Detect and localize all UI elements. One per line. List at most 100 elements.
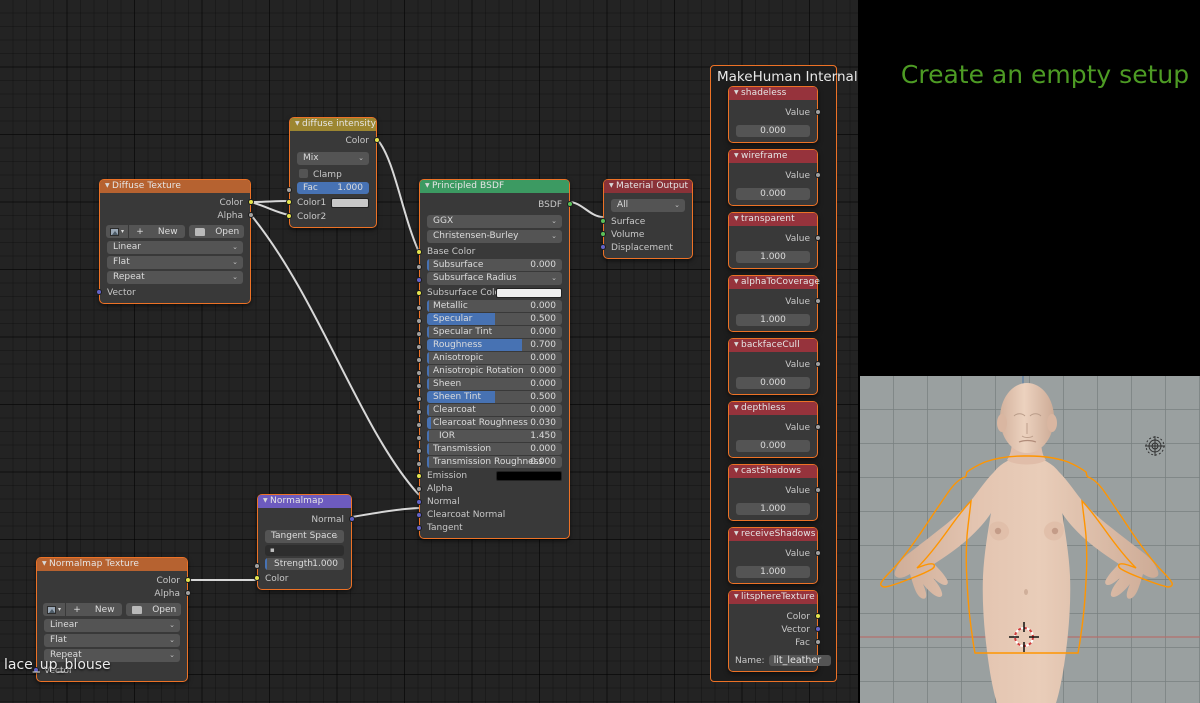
socket-surface-in[interactable] — [600, 218, 606, 224]
collapse-triangle-icon[interactable]: ▼ — [295, 117, 302, 130]
image-browse-button[interactable]: ▾ — [106, 225, 128, 238]
image-browse-button[interactable]: ▾ — [43, 603, 65, 616]
socket-value-out[interactable] — [815, 109, 821, 115]
socket-clearcoat-roughness-in[interactable] — [416, 422, 422, 428]
projection-dropdown[interactable]: Flat ⌄ — [44, 634, 180, 647]
socket-vector-in[interactable] — [96, 289, 102, 295]
distribution-dropdown[interactable]: GGX ⌄ — [427, 215, 562, 228]
open-image-button[interactable]: Open — [147, 603, 181, 616]
node-header-diffuse-texture[interactable]: ▼ Diffuse Texture — [100, 180, 250, 193]
node-alphatocoverage[interactable]: ▼ alphaToCoverage Value 1.000 — [728, 275, 821, 332]
node-header-material-output[interactable]: ▼ Material Output — [604, 180, 692, 193]
value-field[interactable]: 0.000 — [736, 440, 810, 452]
frame-makehuman-internal[interactable]: MakeHuman Internal ▼ shadeless Value 0.000 ▼… — [710, 65, 858, 682]
slider-ior[interactable]: IOR 1.450 — [427, 430, 562, 442]
node-editor-canvas[interactable]: ▼ Diffuse Texture Color Alpha ▾ + New Ope… — [0, 0, 858, 703]
node-receiveshadows[interactable]: ▼ receiveShadows Value 1.000 — [728, 527, 821, 584]
3d-viewport[interactable] — [860, 376, 1200, 703]
collapse-triangle-icon[interactable]: ▼ — [734, 212, 741, 225]
strength-slider[interactable]: Strength 1.000 — [265, 558, 344, 570]
uv-map-field[interactable]: ▪ — [265, 545, 344, 556]
node-header-litspheretexture[interactable]: ▼ litsphereTexture — [729, 591, 817, 604]
socket-normal-out[interactable] — [349, 516, 355, 522]
interpolation-dropdown[interactable]: Linear ⌄ — [44, 619, 180, 632]
socket-specular-in[interactable] — [416, 318, 422, 324]
slider-specular-tint[interactable]: Specular Tint 0.000 — [427, 326, 562, 338]
socket-transmission-roughness-in[interactable] — [416, 461, 422, 467]
node-castshadows[interactable]: ▼ castShadows Value 1.000 — [728, 464, 821, 521]
slider-subsurface[interactable]: Subsurface 0.000 — [427, 259, 562, 271]
folder-icon[interactable] — [125, 603, 148, 616]
socket-roughness-in[interactable] — [416, 344, 422, 350]
target-dropdown[interactable]: All ⌄ — [611, 199, 685, 212]
slider-sheen[interactable]: Sheen 0.000 — [427, 378, 562, 390]
socket-alpha-out[interactable] — [185, 590, 191, 596]
socket-ior-in[interactable] — [416, 435, 422, 441]
value-field[interactable]: 1.000 — [736, 314, 810, 326]
socket-transmission-in[interactable] — [416, 448, 422, 454]
value-field[interactable]: 1.000 — [736, 503, 810, 515]
collapse-triangle-icon[interactable]: ▼ — [425, 179, 432, 192]
swatch-emission[interactable] — [496, 471, 562, 481]
socket-color-out[interactable] — [185, 577, 191, 583]
socket-value-out[interactable] — [815, 361, 821, 367]
collapse-triangle-icon[interactable]: ▼ — [609, 179, 616, 192]
collapse-triangle-icon[interactable]: ▼ — [263, 494, 270, 507]
node-header-diffuse-intensity[interactable]: ▼ diffuse intensity — [290, 118, 376, 131]
slider-clearcoat-roughness[interactable]: Clearcoat Roughness 0.030 — [427, 417, 562, 429]
socket-sheen-tint-in[interactable] — [416, 396, 422, 402]
collapse-triangle-icon[interactable]: ▼ — [734, 86, 741, 99]
value-field[interactable]: 1.000 — [736, 566, 810, 578]
socket-fac-in[interactable] — [286, 187, 292, 193]
socket-vector-out[interactable] — [815, 626, 821, 632]
name-input[interactable]: lit_leather — [768, 655, 831, 666]
socket-specular-tint-in[interactable] — [416, 331, 422, 337]
swatch-subsurface-color[interactable] — [496, 288, 562, 298]
node-header-backfacecull[interactable]: ▼ backfaceCull — [729, 339, 817, 352]
node-backfacecull[interactable]: ▼ backfaceCull Value 0.000 — [728, 338, 821, 395]
slider-sheen-tint[interactable]: Sheen Tint 0.500 — [427, 391, 562, 403]
projection-dropdown[interactable]: Flat ⌄ — [107, 256, 243, 269]
slider-transmission-roughness[interactable]: Transmission Roughness 0.000 — [427, 456, 562, 468]
node-header-transparent[interactable]: ▼ transparent — [729, 213, 817, 226]
node-diffuse-intensity[interactable]: ▼ diffuse intensity Color Mix ⌄ Clamp Fac … — [286, 117, 380, 228]
node-principled-bsdf[interactable]: ▼ Principled BSDF BSDF GGX ⌄ Christensen-B… — [416, 179, 573, 539]
socket-subsurface-radius-in[interactable] — [416, 277, 422, 283]
socket-anisotropic-rotation-in[interactable] — [416, 370, 422, 376]
node-transparent[interactable]: ▼ transparent Value 1.000 — [728, 212, 821, 269]
slider-anisotropic[interactable]: Anisotropic 0.000 — [427, 352, 562, 364]
socket-color-out[interactable] — [815, 613, 821, 619]
node-header-castshadows[interactable]: ▼ castShadows — [729, 465, 817, 478]
socket-sheen-in[interactable] — [416, 383, 422, 389]
collapse-triangle-icon[interactable]: ▼ — [734, 527, 741, 540]
value-field[interactable]: 0.000 — [736, 125, 810, 137]
socket-value-out[interactable] — [815, 172, 821, 178]
subsurface-method-dropdown[interactable]: Christensen-Burley ⌄ — [427, 230, 562, 243]
collapse-triangle-icon[interactable]: ▼ — [105, 179, 112, 192]
slider-clearcoat[interactable]: Clearcoat 0.000 — [427, 404, 562, 416]
socket-anisotropic-in[interactable] — [416, 357, 422, 363]
socket-color1-in[interactable] — [286, 199, 292, 205]
new-image-plus-icon[interactable]: + — [129, 225, 151, 238]
node-depthless[interactable]: ▼ depthless Value 0.000 — [728, 401, 821, 458]
clamp-checkbox[interactable] — [299, 169, 308, 178]
socket-bsdf-out[interactable] — [567, 201, 573, 207]
collapse-triangle-icon[interactable]: ▼ — [42, 557, 49, 570]
interpolation-dropdown[interactable]: Linear ⌄ — [107, 241, 243, 254]
socket-value-out[interactable] — [815, 487, 821, 493]
folder-icon[interactable] — [188, 225, 211, 238]
dropdown-subsurface-radius[interactable]: Subsurface Radius ⌄ — [427, 272, 562, 285]
image-datablock-bar[interactable]: ▾ + New Open — [106, 225, 244, 238]
node-header-shadeless[interactable]: ▼ shadeless — [729, 87, 817, 100]
new-image-button[interactable]: New — [151, 225, 185, 238]
socket-color-out[interactable] — [248, 199, 254, 205]
socket-value-out[interactable] — [815, 550, 821, 556]
open-image-button[interactable]: Open — [210, 225, 244, 238]
socket-strength-in[interactable] — [254, 563, 260, 569]
node-shadeless[interactable]: ▼ shadeless Value 0.000 — [728, 86, 821, 143]
socket-volume-in[interactable] — [600, 231, 606, 237]
socket-displacement-in[interactable] — [600, 244, 606, 250]
socket-color-in[interactable] — [254, 575, 260, 581]
fac-slider[interactable]: Fac 1.000 — [297, 182, 369, 194]
socket-subsurface-in[interactable] — [416, 264, 422, 270]
